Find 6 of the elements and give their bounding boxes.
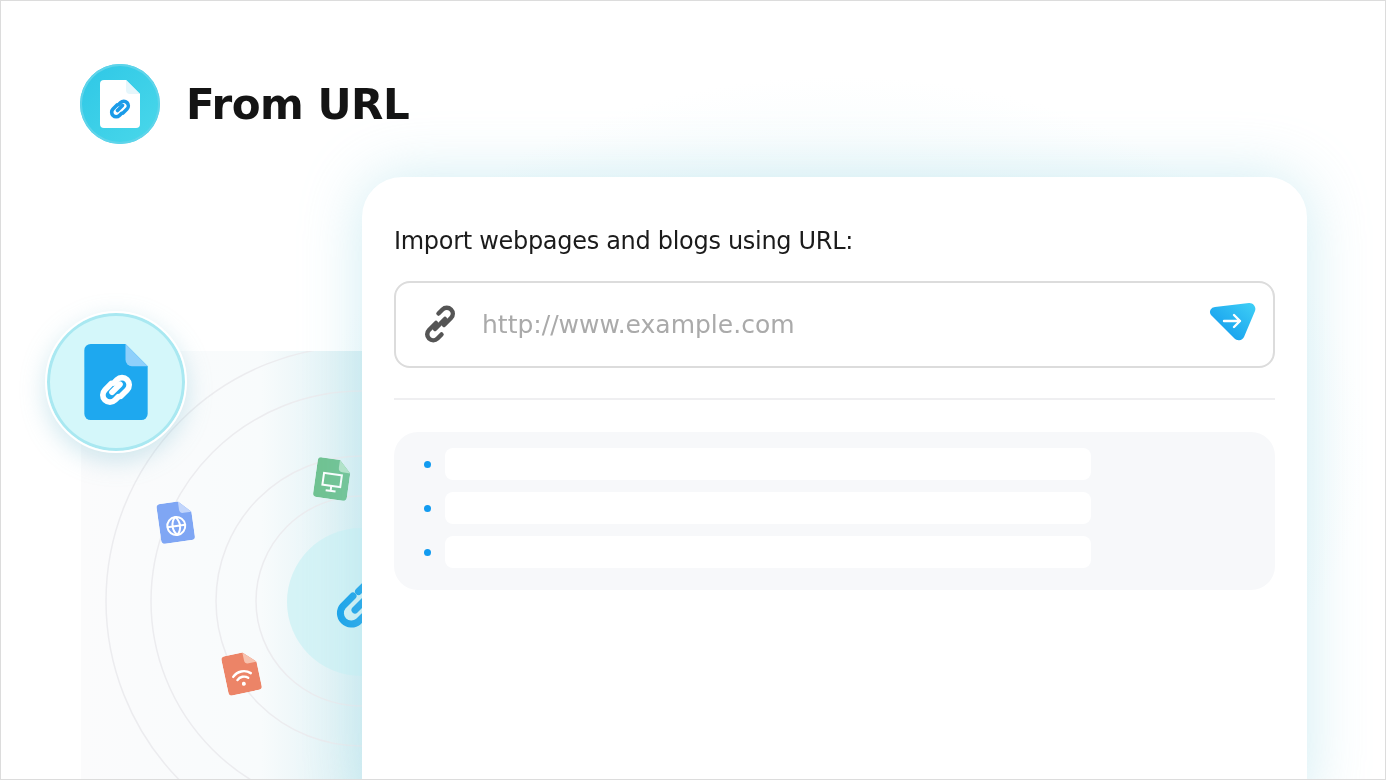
bullet-dot	[424, 460, 431, 468]
url-input-field[interactable]: http://www.example.com	[394, 281, 1275, 368]
import-prompt: Import webpages and blogs using URL:	[394, 227, 855, 255]
page-title: From URL	[186, 79, 410, 129]
bullet-dot	[424, 504, 431, 512]
bullet-dot	[424, 548, 431, 556]
